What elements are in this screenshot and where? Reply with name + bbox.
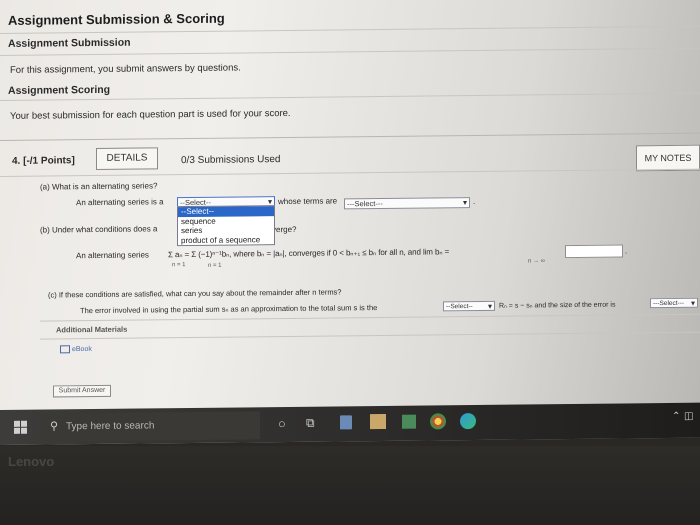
part-b-label: (b) Under what conditions does a [40,224,158,235]
chevron-down-icon: ▾ [462,198,467,208]
error-bound-select[interactable]: --Select-- ▾ [443,300,495,312]
divider [40,313,700,322]
series-type-dropdown-list[interactable]: --Select-- sequence series product of a … [177,205,275,247]
limit-subscript: n → ∞ [528,258,545,265]
select-value: ---Select--- [347,198,383,209]
chevron-down-icon: ▾ [487,301,492,311]
store-icon[interactable] [402,414,416,429]
divider [0,132,700,141]
part-c-middle: Rₙ = s − sₙ and the size of the error is [499,301,616,310]
search-icon: ⚲ [50,420,59,433]
scoring-heading: Assignment Scoring [8,83,111,97]
period: . [473,197,476,207]
taskbar: ⚲ Type here to search ○ ⧉ ⌃ ◫ [0,402,700,446]
browser-screen: Assignment Submission & Scoring Assignme… [0,0,700,446]
edge-legacy-icon[interactable] [340,415,352,430]
scoring-text: Your best submission for each question p… [10,107,291,122]
sum-index: n = 1 [208,262,222,269]
divider [40,331,700,340]
divider [0,25,700,34]
search-placeholder: Type here to search [66,420,155,433]
dropdown-option[interactable]: product of a sequence [178,235,274,246]
sum-index: n = 1 [172,262,186,269]
limit-answer-input[interactable] [565,244,623,259]
terms-select[interactable]: ---Select--- ▾ [344,197,470,210]
submit-answer-button[interactable]: Submit Answer [53,384,111,398]
cortana-icon[interactable]: ○ [278,416,286,431]
additional-materials-heading: Additional Materials [56,324,128,335]
submission-text: For this assignment, you submit answers … [10,62,241,76]
chevron-down-icon: ▾ [690,298,695,308]
laptop-bezel: Lenovo [0,446,700,525]
submission-heading: Assignment Submission [8,36,131,50]
taskbar-search-box[interactable]: ⚲ Type here to search [40,411,260,442]
lenovo-logo: Lenovo [8,454,55,469]
network-icon[interactable]: ◫ [684,411,693,422]
divider [0,47,700,56]
windows-start-icon[interactable] [14,420,28,434]
part-b-suffix: verge? [272,224,297,235]
select-value: --Select-- [446,303,473,311]
file-explorer-icon[interactable] [370,413,386,430]
book-icon [60,345,70,354]
ebook-link[interactable]: eBook [60,345,92,354]
part-c-label: (c) If these conditions are satisfied, w… [48,287,342,300]
period: . [625,246,628,256]
divider [0,168,700,177]
select-value: ---Select--- [653,299,685,308]
part-b-formula: Σ aₙ = Σ (−1)ⁿ⁻¹bₙ, where bₙ = |aₙ|, con… [168,247,450,260]
question-number-points: 4. [-/1 Points] [12,155,75,167]
part-a-prefix: An alternating series is a [76,197,164,208]
my-notes-button[interactable]: MY NOTES [636,144,700,172]
edge-icon[interactable] [460,413,476,430]
details-button[interactable]: DETAILS [96,147,158,170]
tray-chevron-icon[interactable]: ⌃ [672,411,680,422]
chrome-icon[interactable] [430,413,446,430]
error-size-select[interactable]: ---Select--- ▾ [650,297,698,309]
part-c-text: The error involved in using the partial … [80,303,378,316]
submissions-used: 0/3 Submissions Used [181,154,281,167]
part-a-label: (a) What is an alternating series? [40,181,158,192]
task-view-icon[interactable]: ⧉ [306,416,315,431]
part-b-sentence: An alternating series [76,250,149,261]
part-a-middle: whose terms are [278,196,338,207]
page-title: Assignment Submission & Scoring [8,10,225,28]
ebook-label: eBook [72,345,92,354]
